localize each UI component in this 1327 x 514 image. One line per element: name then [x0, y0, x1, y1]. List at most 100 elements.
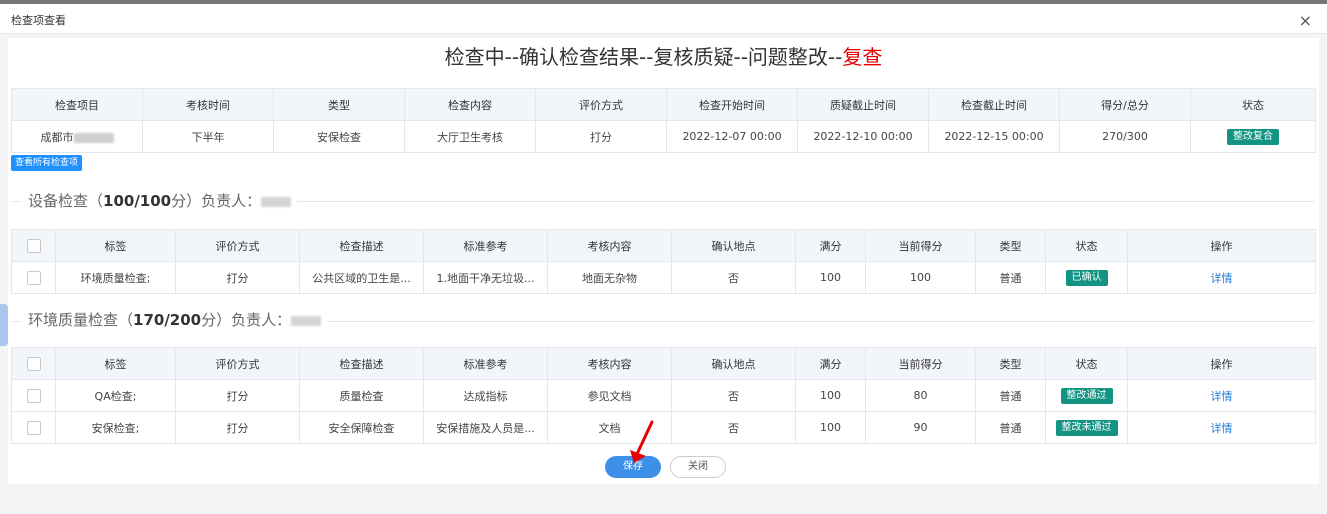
col-current: 当前得分 [865, 229, 976, 262]
confirm-cell: 否 [671, 379, 796, 412]
col-tag: 标签 [55, 347, 176, 380]
modal-title: 检查项查看 [11, 14, 66, 27]
desc-cell: 安全保障检查 [299, 411, 424, 444]
status-badge: 整改未通过 [1055, 419, 1118, 436]
view-all-items-button[interactable]: 查看所有检查项 [11, 155, 83, 171]
modal-header: 检查项查看 × [0, 4, 1327, 34]
select-all-cell [11, 347, 56, 380]
side-collapse-handle[interactable] [0, 304, 8, 346]
col-desc: 检查描述 [299, 347, 424, 380]
status-cell: 整改通过 [1045, 379, 1128, 412]
table-header-row: 标签 评价方式 检查描述 标准参考 考核内容 确认地点 满分 当前得分 类型 状… [11, 229, 1316, 262]
section-title-environment: 环境质量检查（170/200分）负责人： [22, 309, 328, 330]
action-cell: 详情 [1127, 411, 1316, 444]
col-time: 考核时间 [142, 88, 274, 121]
confirm-cell: 否 [671, 261, 796, 294]
status-badge: 整改复合 [1227, 128, 1279, 145]
action-cell: 详情 [1127, 379, 1316, 412]
row-checkbox[interactable] [26, 420, 41, 435]
row-select-cell [11, 411, 56, 444]
ref-cell: 达成指标 [423, 379, 548, 412]
table-header-row: 标签 评价方式 检查描述 标准参考 考核内容 确认地点 满分 当前得分 类型 状… [11, 347, 1316, 380]
select-all-checkbox[interactable] [26, 238, 41, 253]
col-tag: 标签 [55, 229, 176, 262]
col-status: 状态 [1045, 347, 1128, 380]
col-method: 评价方式 [535, 88, 667, 121]
col-method: 评价方式 [175, 347, 300, 380]
select-all-checkbox[interactable] [26, 356, 41, 371]
table-row: QA检查; 打分 质量检查 达成指标 参见文档 否 100 80 普通 整改通过… [11, 379, 1316, 412]
environment-check-table: 标签 评价方式 检查描述 标准参考 考核内容 确认地点 满分 当前得分 类型 状… [11, 347, 1316, 444]
flow-steps: 检查中--确认检查结果--复核质疑--问题整改-- [444, 45, 843, 69]
row-select-cell [11, 261, 56, 294]
row-checkbox[interactable] [26, 388, 41, 403]
close-icon[interactable]: × [1299, 13, 1312, 29]
col-status: 状态 [1045, 229, 1128, 262]
redacted-owner [261, 196, 292, 207]
status-cell: 整改复合 [1190, 120, 1316, 153]
arrow-annotation-icon [630, 420, 654, 463]
close-button[interactable]: 关闭 [670, 456, 726, 478]
col-content: 考核内容 [547, 347, 672, 380]
current-cell: 90 [865, 411, 976, 444]
col-content: 考核内容 [547, 229, 672, 262]
col-method: 评价方式 [175, 229, 300, 262]
equipment-check-table: 标签 评价方式 检查描述 标准参考 考核内容 确认地点 满分 当前得分 类型 状… [11, 229, 1316, 294]
current-cell: 80 [865, 379, 976, 412]
ref-cell: 安保措施及人员是... [423, 411, 548, 444]
flow-current-step: 复查 [842, 45, 883, 69]
project-cell: 成都市 [11, 120, 143, 153]
section-suffix: 分）负责人： [201, 311, 292, 329]
full-cell: 100 [795, 411, 866, 444]
time-cell: 下半年 [142, 120, 274, 153]
detail-link[interactable]: 详情 [1211, 390, 1233, 403]
section-suffix: 分）负责人： [171, 192, 262, 210]
row-checkbox[interactable] [26, 270, 41, 285]
col-full: 满分 [795, 229, 866, 262]
status-badge: 整改通过 [1060, 387, 1113, 404]
desc-cell: 公共区域的卫生是... [299, 261, 424, 294]
confirm-cell: 否 [671, 411, 796, 444]
select-all-cell [11, 229, 56, 262]
table-row: 安保检查; 打分 安全保障检查 安保措施及人员是... 文档 否 100 90 … [11, 411, 1316, 444]
action-cell: 详情 [1127, 261, 1316, 294]
tag-cell: 安保检查; [55, 411, 176, 444]
col-confirm: 确认地点 [671, 229, 796, 262]
status-badge: 已确认 [1065, 269, 1108, 286]
method-cell: 打分 [175, 261, 300, 294]
section-score: 100/100 [103, 192, 172, 210]
redacted-text [73, 132, 114, 143]
table-row: 成都市 下半年 安保检查 大厅卫生考核 打分 2022-12-07 00:00 … [11, 120, 1316, 153]
col-status: 状态 [1190, 88, 1316, 121]
col-ref: 标准参考 [423, 347, 548, 380]
flow-title: 检查中--确认检查结果--复核质疑--问题整改--复查 [8, 42, 1319, 72]
col-type: 类型 [975, 229, 1046, 262]
col-full: 满分 [795, 347, 866, 380]
inspection-modal: 检查项查看 × 检查中--确认检查结果--复核质疑--问题整改--复查 检查项目… [0, 0, 1327, 514]
col-type: 类型 [273, 88, 405, 121]
table-row: 环境质量检查; 打分 公共区域的卫生是... 1.地面干净无垃圾... 地面无杂… [11, 261, 1316, 294]
type-cell: 普通 [975, 411, 1046, 444]
col-action: 操作 [1127, 347, 1316, 380]
detail-link[interactable]: 详情 [1211, 422, 1233, 435]
section-score: 170/200 [133, 311, 202, 329]
desc-cell: 质量检查 [299, 379, 424, 412]
col-ref: 标准参考 [423, 229, 548, 262]
type-cell: 安保检查 [273, 120, 405, 153]
type-cell: 普通 [975, 261, 1046, 294]
col-action: 操作 [1127, 229, 1316, 262]
ref-cell: 1.地面干净无垃圾... [423, 261, 548, 294]
col-start: 检查开始时间 [666, 88, 798, 121]
current-cell: 100 [865, 261, 976, 294]
row-select-cell [11, 379, 56, 412]
project-name: 成都市 [40, 130, 74, 144]
col-content: 检查内容 [404, 88, 536, 121]
check-end-cell: 2022-12-15 00:00 [928, 120, 1060, 153]
detail-link[interactable]: 详情 [1211, 272, 1233, 285]
method-cell: 打分 [535, 120, 667, 153]
status-cell: 已确认 [1045, 261, 1128, 294]
col-desc: 检查描述 [299, 229, 424, 262]
summary-header-row: 检查项目 考核时间 类型 检查内容 评价方式 检查开始时间 质疑截止时间 检查截… [11, 88, 1316, 121]
content-cell: 地面无杂物 [547, 261, 672, 294]
score-cell: 270/300 [1059, 120, 1191, 153]
